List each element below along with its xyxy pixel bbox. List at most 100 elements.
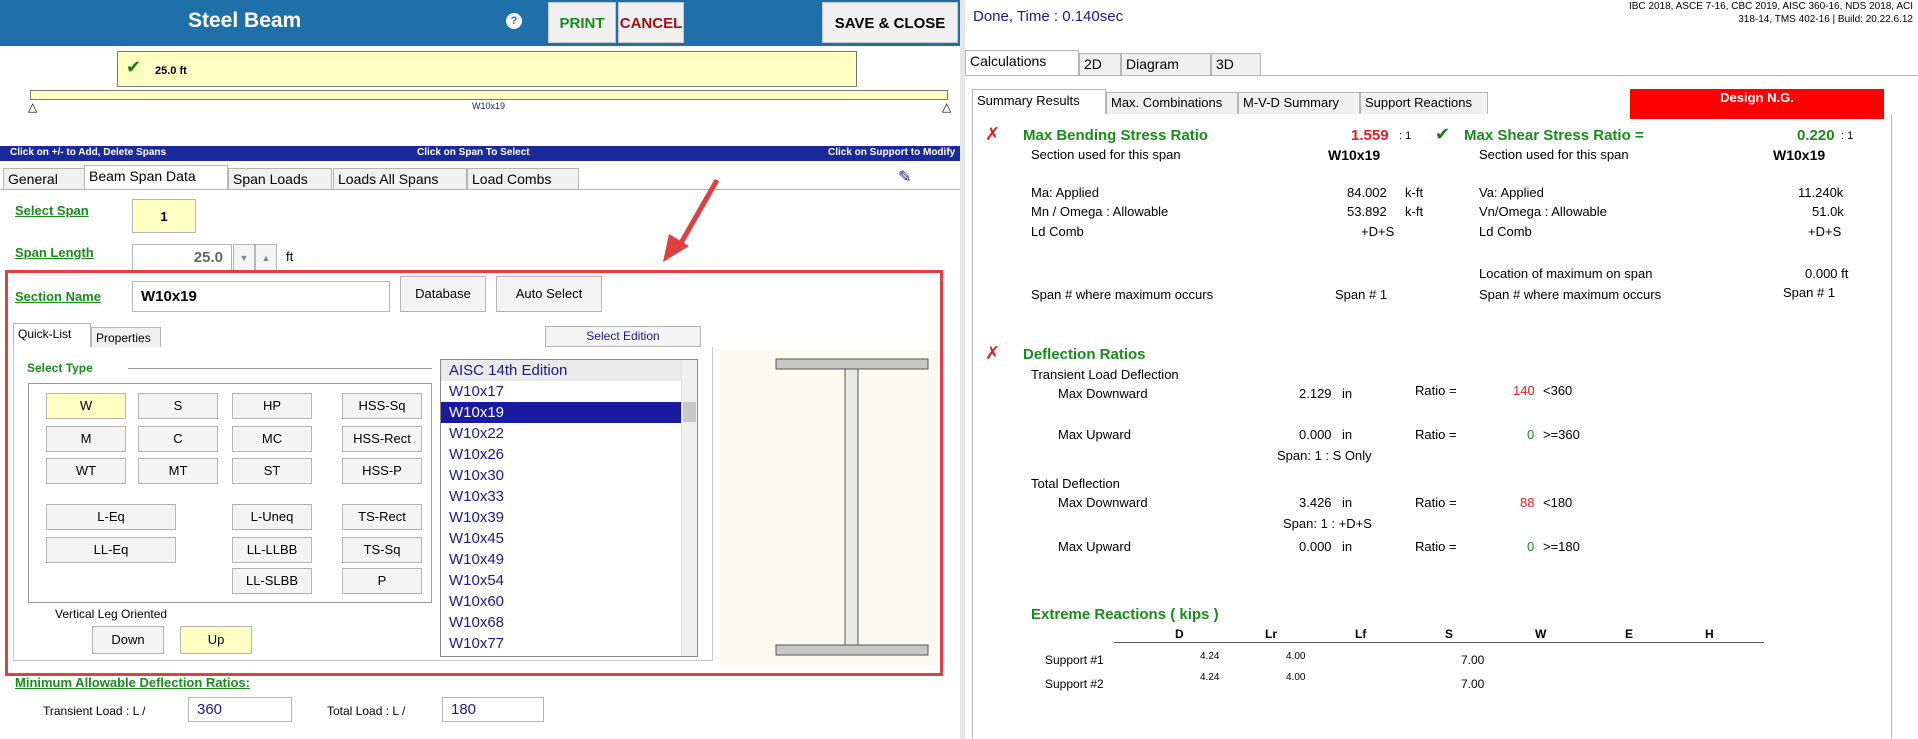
tab-calculations[interactable]: Calculations [965,50,1079,75]
type-button-wt[interactable]: WT [46,458,126,484]
shear-ratio-suffix: : 1 [1841,130,1854,142]
cancel-button[interactable]: CANCEL [618,2,684,43]
transient-load-input[interactable]: 360 [188,697,292,722]
reaction-header-lf: Lf [1355,627,1367,641]
list-item-selected[interactable]: W10x19 [441,402,697,423]
span-length-input[interactable]: 25.0 [132,244,232,272]
total-load-label: Total Load : L / [327,704,406,718]
select-type-label: Select Type [27,361,93,375]
edit-icon[interactable]: ✎ [898,167,911,187]
list-item[interactable]: W10x17 [441,381,697,402]
tab-divider [0,189,960,190]
reaction-cell: 4.24 [1200,672,1220,683]
span-selector[interactable]: ✔ 25.0 ft [117,51,857,87]
subtab-max-combinations[interactable]: Max. Combinations [1106,92,1238,114]
type-button-hss-p[interactable]: HSS-P [342,458,422,484]
bending-ratio: 1.559 [1351,127,1389,144]
tot-span: Span: 1 : +D+S [1283,516,1372,531]
list-item[interactable]: W10x33 [441,486,697,507]
type-button-l-eq[interactable]: L-Eq [46,504,176,530]
total-load-input[interactable]: 180 [442,697,544,722]
tot-up-unit: in [1342,539,1353,554]
type-button-c[interactable]: C [138,426,218,452]
reaction-cell: 4.00 [1286,651,1306,662]
help-icon[interactable]: ? [506,13,522,29]
tot-up-ratio: 0 [1527,539,1535,554]
list-item[interactable]: W10x77 [441,633,697,654]
subtab-summary-results[interactable]: Summary Results [972,89,1106,114]
mn-value: 53.892 [1347,204,1387,219]
tot-down-label: Max Downward [1058,495,1148,510]
left-support-icon[interactable]: △ [28,100,37,114]
tab-loads-all-spans[interactable]: Loads All Spans [333,168,467,189]
tot-down-unit: in [1342,495,1353,510]
subtab-mvd-summary[interactable]: M-V-D Summary [1238,92,1360,114]
type-button-p[interactable]: P [342,568,422,594]
tab-3d[interactable]: 3D [1211,53,1261,75]
tab-beam-span-data[interactable]: Beam Span Data [84,165,228,189]
list-scroll-thumb[interactable] [683,402,696,422]
type-button-l-uneq[interactable]: L-Uneq [232,504,312,530]
down-button[interactable]: Down [92,626,164,654]
database-button[interactable]: Database [400,276,486,312]
reaction-header-lr: Lr [1265,627,1277,641]
list-scrollbar[interactable] [681,360,697,656]
subtab-properties[interactable]: Properties [91,327,161,347]
tot-up-limit: >=180 [1543,539,1580,554]
up-button[interactable]: Up [180,626,252,654]
type-button-ll-slbb[interactable]: LL-SLBB [232,568,312,594]
select-type-rule [128,368,432,369]
select-edition-button[interactable]: Select Edition [545,326,701,347]
type-button-st[interactable]: ST [232,458,312,484]
span-length-up[interactable]: ▲ [255,244,277,272]
section-list[interactable]: AISC 14th Edition W10x17 W10x19 W10x22 W… [440,359,698,657]
list-item[interactable]: W10x68 [441,612,697,633]
ma-label: Ma: Applied [1031,185,1099,200]
tab-diagram[interactable]: Diagram [1121,53,1211,75]
mn-label: Mn / Omega : Allowable [1031,204,1169,219]
list-item[interactable]: W10x26 [441,444,697,465]
section-name-input[interactable]: W10x19 [132,281,390,312]
reaction-cell: 7.00 [1461,653,1485,667]
type-button-w[interactable]: W [46,393,126,419]
type-button-mc[interactable]: MC [232,426,312,452]
beam-bar[interactable] [30,90,948,100]
type-button-mt[interactable]: MT [138,458,218,484]
list-item[interactable]: W10x49 [441,549,697,570]
list-item[interactable]: W10x45 [441,528,697,549]
tab-2d[interactable]: 2D [1079,53,1121,75]
tab-general[interactable]: General [3,168,85,189]
type-button-ts-rect[interactable]: TS-Rect [342,504,422,530]
list-item[interactable]: W10x54 [441,570,697,591]
type-button-m[interactable]: M [46,426,126,452]
print-button[interactable]: PRINT [548,2,616,43]
type-button-hp[interactable]: HP [232,393,312,419]
subtab-quick-list[interactable]: Quick-List [13,323,91,347]
type-button-s[interactable]: S [138,393,218,419]
auto-select-button[interactable]: Auto Select [496,276,602,312]
list-item[interactable]: W10x60 [441,591,697,612]
reaction-row-label: Support #1 [1045,653,1104,667]
check-icon: ✔ [126,57,142,77]
mn-unit: k-ft [1405,204,1424,219]
shear-span-value: Span # 1 [1783,285,1836,300]
tot-down-value: 3.426 [1299,495,1332,510]
type-button-hss-sq[interactable]: HSS-Sq [342,393,422,419]
type-button-ll-eq[interactable]: LL-Eq [46,537,176,563]
bending-span-value: Span # 1 [1335,287,1388,302]
tab-span-loads[interactable]: Span Loads [228,168,332,189]
bending-section-label: Section used for this span [1031,147,1181,162]
t-span: Span: 1 : S Only [1277,448,1372,463]
right-support-icon[interactable]: △ [942,100,951,114]
tab-load-combs[interactable]: Load Combs [467,168,579,189]
subtab-support-reactions[interactable]: Support Reactions [1360,92,1488,114]
select-span-value[interactable]: 1 [132,199,196,233]
type-button-ts-sq[interactable]: TS-Sq [342,537,422,563]
list-item[interactable]: W10x30 [441,465,697,486]
span-length-down[interactable]: ▼ [233,244,255,272]
type-button-hss-rect[interactable]: HSS-Rect [342,426,422,452]
list-item[interactable]: W10x22 [441,423,697,444]
list-item[interactable]: W10x39 [441,507,697,528]
save-close-button[interactable]: SAVE & CLOSE [822,2,958,43]
type-button-ll-llbb[interactable]: LL-LLBB [232,537,312,563]
